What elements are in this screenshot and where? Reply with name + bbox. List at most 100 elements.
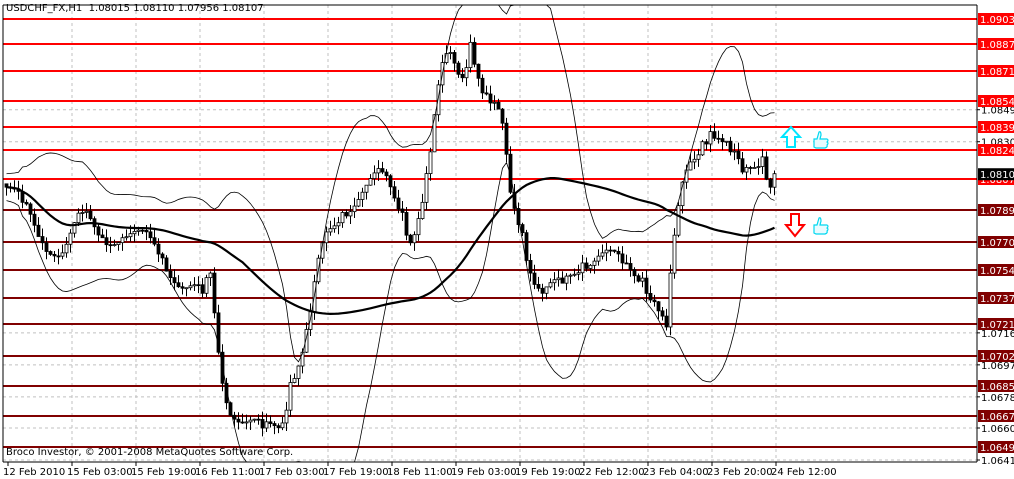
time-label: 17 Feb 19:00 — [323, 467, 389, 478]
candle-bull — [676, 205, 681, 236]
chart-header: USDCHF_FX,H1 1.08015 1.08110 1.07956 1.0… — [6, 3, 264, 15]
candle-bear — [764, 156, 769, 180]
candle-bear — [748, 167, 753, 169]
candle-bear — [164, 257, 169, 272]
candle-bull — [296, 365, 301, 379]
time-label: 15 Feb 03:00 — [67, 467, 133, 478]
candle-bull — [244, 421, 249, 424]
time-label: 19 Feb 19:00 — [515, 467, 581, 478]
candle-bear — [456, 62, 461, 75]
candle-bull — [684, 169, 689, 183]
candle-bear — [276, 425, 281, 429]
candle-bull — [64, 243, 69, 254]
candle-bull — [544, 286, 549, 294]
candle-bear — [628, 263, 633, 271]
candle-bull — [80, 212, 85, 214]
level-price-label: 1.08248 — [980, 146, 1014, 157]
current-price-label: 1.08107 — [980, 170, 1014, 181]
candle-bull — [744, 167, 749, 173]
candle-bear — [476, 63, 481, 79]
candle-bear — [768, 178, 773, 188]
candle-bull — [328, 228, 333, 233]
candle-bear — [660, 310, 665, 317]
candle-bear — [740, 158, 745, 173]
candle-bear — [520, 224, 525, 234]
candle-bear — [196, 284, 201, 287]
candle-bull — [184, 287, 189, 290]
candle-bear — [96, 226, 101, 236]
candle-bull — [772, 173, 777, 188]
candle-bear — [404, 212, 409, 236]
candle-bear — [536, 284, 541, 289]
candle-bear — [144, 229, 149, 233]
candle-bear — [624, 262, 629, 265]
candle-bull — [280, 422, 285, 429]
candle-bear — [712, 131, 717, 139]
candle-bull — [548, 282, 553, 288]
candle-bear — [504, 122, 509, 155]
candle-bear — [104, 237, 109, 246]
candle-bull — [376, 168, 381, 174]
candle-bear — [496, 101, 501, 110]
candle-bull — [136, 229, 141, 232]
candle-bull — [424, 173, 429, 203]
candle-bear — [380, 168, 385, 173]
candle-bull — [708, 131, 713, 145]
candle-bear — [168, 270, 173, 278]
candle-bull — [364, 184, 369, 193]
candle-bull — [288, 382, 293, 411]
candle-bear — [584, 262, 589, 269]
candle-bull — [732, 150, 737, 153]
candle-bull — [332, 225, 337, 230]
copyright-text: Broco Investor, © 2001-2008 MetaQuotes S… — [6, 447, 294, 458]
candle-bull — [124, 236, 129, 239]
candle-bear — [212, 272, 217, 314]
candle-bull — [368, 178, 373, 186]
candle-bear — [480, 77, 485, 94]
candle-bull — [668, 272, 673, 328]
candle-bull — [724, 140, 729, 143]
candle-bull — [464, 67, 469, 79]
candle-bull — [640, 277, 645, 282]
candle-bull — [756, 166, 761, 168]
candle-bear — [560, 277, 565, 284]
candle-bull — [556, 277, 561, 281]
candle-bear — [24, 201, 29, 205]
level-price-label: 1.06490 — [980, 443, 1014, 454]
price-chart[interactable]: 12 Feb 2010 15 Feb 03:0015 Feb 19:0016 Fe… — [0, 0, 1014, 479]
candle-bull — [68, 232, 73, 245]
candle-bull — [552, 279, 557, 284]
candle-bear — [272, 423, 277, 427]
candle-bull — [592, 260, 597, 266]
time-label: 16 Feb 11:00 — [195, 467, 261, 478]
candle-bull — [564, 275, 569, 284]
time-label: 22 Feb 12:00 — [579, 467, 645, 478]
candle-bear — [56, 255, 61, 258]
candle-bear — [648, 293, 653, 301]
candle-bear — [256, 418, 261, 421]
candle-bull — [204, 277, 209, 294]
candle-bear — [608, 249, 613, 252]
candle-bear — [388, 175, 393, 188]
candle-bear — [200, 284, 205, 294]
candle-bull — [688, 161, 693, 171]
candle-bull — [188, 285, 193, 289]
candle-bull — [336, 222, 341, 227]
level-price-label: 1.06674 — [980, 412, 1014, 423]
level-price-label: 1.07370 — [980, 294, 1014, 305]
candle-bear — [452, 52, 457, 64]
candle-bull — [132, 231, 137, 235]
candle-bear — [484, 92, 489, 95]
candle-bull — [596, 255, 601, 262]
candle-bear — [632, 269, 637, 277]
candle-bear — [612, 249, 617, 252]
candle-bear — [728, 140, 733, 153]
candle-bear — [268, 421, 273, 424]
candle-bull — [600, 252, 605, 257]
time-label: 15 Feb 19:00 — [131, 467, 197, 478]
candle-bear — [48, 251, 53, 255]
candle-bear — [636, 275, 641, 282]
candle-bull — [448, 52, 453, 54]
candle-bear — [40, 236, 45, 244]
candle-bull — [760, 156, 765, 167]
